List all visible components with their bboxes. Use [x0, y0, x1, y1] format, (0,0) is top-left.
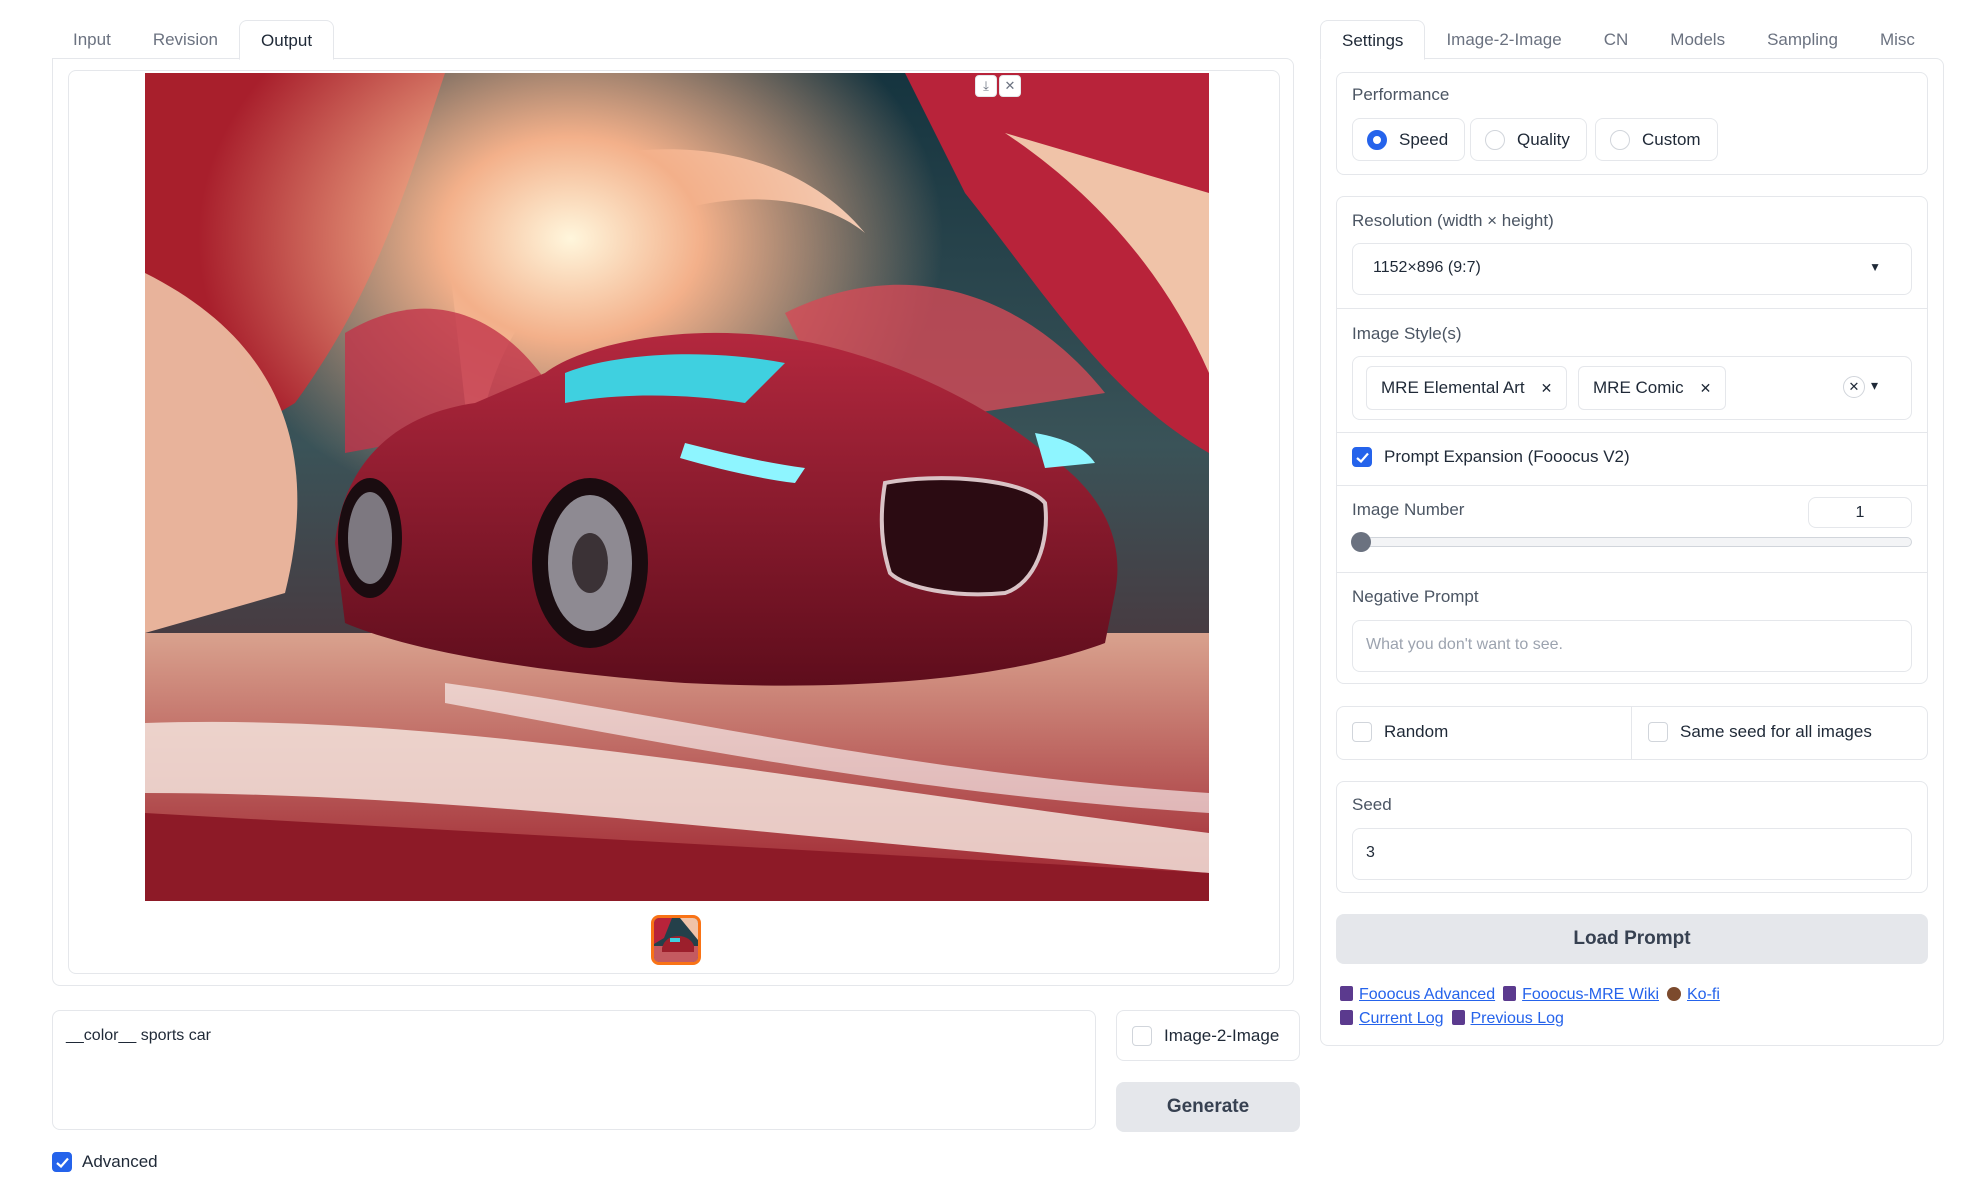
resolution-label: Resolution (width × height)	[1352, 211, 1554, 230]
radio-quality-label: Quality	[1517, 129, 1570, 149]
style-tag-elemental-art: MRE Elemental Art ✕	[1366, 366, 1568, 410]
style-tag-label: MRE Elemental Art	[1381, 378, 1525, 397]
tab-misc[interactable]: Misc	[1859, 20, 1936, 60]
coffee-icon	[1667, 987, 1681, 1001]
remove-tag-icon[interactable]: ✕	[1700, 380, 1712, 397]
radio-custom-label: Custom	[1642, 129, 1701, 149]
slider-handle[interactable]	[1351, 532, 1371, 552]
remove-tag-icon[interactable]: ✕	[1541, 380, 1553, 397]
divider	[1336, 485, 1928, 486]
tab-models[interactable]: Models	[1649, 20, 1746, 60]
links-row-2: Current Log Previous Log	[1340, 1010, 1564, 1028]
radio-custom[interactable]: Custom	[1595, 118, 1718, 161]
radio-quality-indicator[interactable]	[1485, 129, 1505, 150]
prompt-expansion-toggle[interactable]: Prompt Expansion (Fooocus V2)	[1352, 447, 1630, 467]
output-gallery: ⤓ ✕	[68, 70, 1280, 974]
link-current-log[interactable]: Current Log	[1359, 1010, 1444, 1027]
prompt-expansion-checkbox[interactable]	[1352, 447, 1372, 467]
gallery-thumbnail[interactable]	[651, 915, 701, 965]
advanced-toggle[interactable]: Advanced	[52, 1152, 158, 1172]
image-2-image-toggle[interactable]: Image-2-Image	[1116, 1010, 1300, 1061]
chevron-down-icon[interactable]: ▾	[1871, 377, 1878, 394]
link-previous-log[interactable]: Previous Log	[1471, 1010, 1564, 1027]
link-ko-fi[interactable]: Ko-fi	[1687, 986, 1720, 1003]
tab-image-2-image[interactable]: Image-2-Image	[1425, 20, 1582, 60]
prompt-input[interactable]: __color__ sports car	[52, 1010, 1096, 1130]
image-2-image-checkbox[interactable]	[1132, 1025, 1152, 1046]
tab-sampling[interactable]: Sampling	[1746, 20, 1859, 60]
same-seed-toggle[interactable]: Same seed for all images	[1648, 722, 1872, 742]
links-row-1: Fooocus Advanced Fooocus-MRE Wiki Ko-fi	[1340, 986, 1720, 1004]
generated-image[interactable]	[145, 73, 1209, 901]
divider	[1336, 308, 1928, 309]
tab-input[interactable]: Input	[52, 20, 132, 60]
tab-revision[interactable]: Revision	[132, 20, 239, 60]
advanced-checkbox[interactable]	[52, 1152, 72, 1172]
resolution-dropdown[interactable]: 1152×896 (9:7) ▼	[1352, 243, 1912, 295]
divider	[1336, 572, 1928, 573]
right-tab-bar: Settings Image-2-Image CN Models Samplin…	[1320, 20, 1936, 60]
divider	[1336, 432, 1928, 433]
radio-custom-indicator[interactable]	[1610, 129, 1630, 150]
negative-prompt-placeholder: What you don't want to see.	[1366, 636, 1563, 653]
seed-label: Seed	[1352, 795, 1392, 814]
book-icon	[1451, 1010, 1465, 1025]
book-icon	[1340, 1010, 1353, 1025]
load-prompt-button[interactable]: Load Prompt	[1336, 914, 1928, 964]
advanced-label: Advanced	[82, 1152, 158, 1171]
check-icon	[55, 1157, 69, 1168]
same-seed-checkbox[interactable]	[1648, 722, 1668, 742]
radio-speed-indicator[interactable]	[1367, 129, 1387, 150]
book-icon	[1340, 986, 1353, 1001]
random-label: Random	[1384, 722, 1449, 741]
seed-value: 3	[1366, 844, 1375, 861]
radio-speed[interactable]: Speed	[1352, 118, 1466, 161]
image-number-label: Image Number	[1352, 500, 1465, 519]
divider	[1631, 706, 1632, 760]
style-tag-label: MRE Comic	[1593, 378, 1684, 397]
random-checkbox[interactable]	[1352, 722, 1372, 742]
tab-cn[interactable]: CN	[1583, 20, 1650, 60]
radio-speed-label: Speed	[1399, 129, 1449, 149]
style-tag-comic: MRE Comic ✕	[1578, 366, 1727, 410]
performance-label: Performance	[1352, 85, 1450, 104]
random-seed-toggle[interactable]: Random	[1352, 722, 1448, 742]
chevron-down-icon[interactable]: ▼	[1869, 260, 1881, 274]
image-number-slider[interactable]	[1351, 532, 1912, 552]
same-seed-label: Same seed for all images	[1680, 722, 1872, 741]
image-2-image-label: Image-2-Image	[1164, 1025, 1280, 1045]
link-fooocus-advanced[interactable]: Fooocus Advanced	[1359, 986, 1495, 1003]
seed-input[interactable]: 3	[1352, 828, 1912, 880]
image-styles-label: Image Style(s)	[1352, 324, 1462, 343]
negative-prompt-label: Negative Prompt	[1352, 587, 1479, 606]
negative-prompt-field[interactable]: What you don't want to see.	[1352, 620, 1912, 672]
prompt-expansion-label: Prompt Expansion (Fooocus V2)	[1384, 447, 1630, 466]
tab-output[interactable]: Output	[239, 20, 335, 60]
radio-quality[interactable]: Quality	[1470, 118, 1587, 161]
left-tab-bar: Input Revision Output	[52, 20, 335, 60]
tab-settings[interactable]: Settings	[1320, 20, 1426, 60]
book-icon	[1503, 986, 1517, 1001]
download-icon[interactable]: ⤓	[975, 75, 997, 97]
clear-styles-icon[interactable]: ✕	[1843, 376, 1865, 398]
close-icon[interactable]: ✕	[999, 75, 1021, 97]
link-fooocus-mre-wiki[interactable]: Fooocus-MRE Wiki	[1522, 986, 1659, 1003]
resolution-value: 1152×896 (9:7)	[1373, 259, 1481, 276]
image-number-input[interactable]: 1	[1808, 497, 1912, 528]
check-icon	[1355, 452, 1369, 463]
generate-button[interactable]: Generate	[1116, 1082, 1300, 1132]
